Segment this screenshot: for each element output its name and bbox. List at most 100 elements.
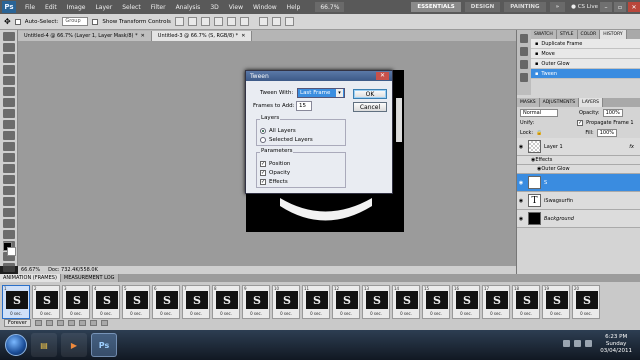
workspace-essentials[interactable]: ESSENTIALS xyxy=(411,2,461,12)
parameter-checkbox[interactable]: ✓ xyxy=(260,160,266,167)
animation-frame[interactable]: 3S0 sec. xyxy=(62,285,90,319)
animation-frame[interactable]: 11 S 0 sec. xyxy=(302,285,330,319)
actions-panel-icon[interactable] xyxy=(520,47,528,56)
3d-rotate-tool-icon[interactable] xyxy=(3,230,15,239)
align-right-icon[interactable] xyxy=(239,17,249,26)
menu-3d[interactable]: 3D xyxy=(205,4,223,11)
animation-frame[interactable]: 9S0 sec. xyxy=(242,285,270,319)
first-frame-icon[interactable] xyxy=(34,320,42,326)
frame-delay[interactable]: 0 sec. xyxy=(243,311,269,316)
quick-select-tool-icon[interactable] xyxy=(3,65,15,74)
blend-mode-dropdown[interactable]: Normal xyxy=(520,108,558,117)
type-tool-icon[interactable] xyxy=(3,197,15,206)
brush-tool-icon[interactable] xyxy=(3,109,15,118)
menu-analysis[interactable]: Analysis xyxy=(171,4,206,11)
tween-with-dropdown[interactable]: Last Frame ▾ xyxy=(297,88,345,98)
gradient-tool-icon[interactable] xyxy=(3,153,15,162)
animation-frame[interactable]: 18 S 0 sec. xyxy=(512,285,540,319)
parameter-option[interactable]: ✓ Effects xyxy=(260,177,342,186)
stamp-tool-icon[interactable] xyxy=(3,120,15,129)
animation-frame[interactable]: 20 S 0 sec. xyxy=(572,285,600,319)
network-icon[interactable] xyxy=(563,340,570,347)
tab-close-icon[interactable]: ✕ xyxy=(241,33,245,39)
ok-button[interactable]: OK xyxy=(353,89,387,99)
play-icon[interactable] xyxy=(56,320,64,326)
tab-animation-frames-[interactable]: ANIMATION (FRAMES) xyxy=(0,274,61,282)
next-frame-icon[interactable] xyxy=(67,320,75,326)
menu-edit[interactable]: Edit xyxy=(40,4,62,11)
eye-icon[interactable]: ◉ xyxy=(517,144,525,150)
tab-swatch[interactable]: SWATCH xyxy=(531,30,557,39)
fill-input[interactable]: 100% xyxy=(596,129,617,137)
animation-frame[interactable]: 15 S 0 sec. xyxy=(422,285,450,319)
layer-row[interactable]: ◉ TiSwagsurfin xyxy=(517,192,640,210)
frame-delay[interactable]: 0 sec. xyxy=(393,311,419,316)
close-button[interactable]: ✕ xyxy=(628,2,640,12)
frame-delay[interactable]: 0 sec. xyxy=(63,311,89,316)
media-player-icon[interactable]: ▶ xyxy=(61,333,87,357)
pen-tool-icon[interactable] xyxy=(3,186,15,195)
move-tool-icon[interactable] xyxy=(3,32,15,41)
menu-select[interactable]: Select xyxy=(117,4,146,11)
zoom-level[interactable]: 66.7% xyxy=(315,2,345,12)
auto-select-checkbox[interactable] xyxy=(14,18,21,25)
parameter-checkbox[interactable]: ✓ xyxy=(260,178,266,185)
shape-tool-icon[interactable] xyxy=(3,219,15,228)
layer-row[interactable]: ◉ Layer 1 fx xyxy=(517,138,640,156)
history-item[interactable]: ▪ Move xyxy=(531,49,640,59)
workspace-painting[interactable]: PAINTING xyxy=(504,2,546,12)
menu-layer[interactable]: Layer xyxy=(90,4,117,11)
tween-icon[interactable] xyxy=(78,320,86,326)
volume-icon[interactable] xyxy=(574,340,581,347)
align-top-icon[interactable] xyxy=(174,17,184,26)
menu-file[interactable]: File xyxy=(20,4,40,11)
auto-select-dropdown[interactable]: Group xyxy=(62,17,89,26)
layer-row[interactable]: ◉ T S xyxy=(517,174,640,192)
more-workspaces-button[interactable]: » xyxy=(549,2,566,12)
propagate-checkbox[interactable]: ✓ xyxy=(577,120,584,126)
explorer-icon[interactable]: ▤ xyxy=(31,333,57,357)
paragraph-panel-icon[interactable] xyxy=(520,73,528,82)
animation-frame[interactable]: 8S0 sec. xyxy=(212,285,240,319)
animation-frame[interactable]: 17 S 0 sec. xyxy=(482,285,510,319)
align-left-icon[interactable] xyxy=(213,17,223,26)
frame-delay[interactable]: 0 sec. xyxy=(483,311,509,316)
frame-delay[interactable]: 0 sec. xyxy=(183,311,209,316)
frame-delay[interactable]: 0 sec. xyxy=(3,311,29,316)
eraser-tool-icon[interactable] xyxy=(3,142,15,151)
blur-tool-icon[interactable] xyxy=(3,164,15,173)
background-color-swatch[interactable] xyxy=(7,247,16,256)
outer-glow-row[interactable]: ◉ Outer Glow xyxy=(517,165,640,174)
dialog-title-bar[interactable]: Tween xyxy=(246,71,392,81)
history-item[interactable]: ▪ Outer Glow xyxy=(531,59,640,69)
eye-icon[interactable]: ◉ xyxy=(517,216,525,222)
crop-tool-icon[interactable] xyxy=(3,76,15,85)
minimize-button[interactable]: – xyxy=(600,2,612,12)
menu-window[interactable]: Window xyxy=(248,4,282,11)
opacity-input[interactable]: 100% xyxy=(602,108,623,117)
layers-option-radio[interactable] xyxy=(260,127,266,134)
maximize-button[interactable]: ▫ xyxy=(614,2,626,12)
frame-delay[interactable]: 0 sec. xyxy=(573,311,599,316)
layer-row[interactable]: ◉ Background xyxy=(517,210,640,228)
loop-dropdown[interactable]: Forever xyxy=(4,319,31,327)
distribute-icon[interactable] xyxy=(271,17,281,26)
previous-frame-icon[interactable] xyxy=(45,320,53,326)
delete-frame-icon[interactable] xyxy=(100,320,108,326)
layers-option[interactable]: Selected Layers xyxy=(260,135,342,144)
document-tab[interactable]: Untitled-4 @ 66.7% (Layer 1, Layer Mask/… xyxy=(18,31,152,41)
zoom-tool-icon[interactable] xyxy=(3,263,15,272)
parameter-checkbox[interactable]: ✓ xyxy=(260,169,266,176)
frame-delay[interactable]: 0 sec. xyxy=(273,311,299,316)
frames-to-add-input[interactable] xyxy=(296,101,312,111)
animation-frame[interactable]: 7S0 sec. xyxy=(182,285,210,319)
frame-delay[interactable]: 0 sec. xyxy=(303,311,329,316)
workspace-design[interactable]: DESIGN xyxy=(464,2,501,12)
frame-delay[interactable]: 0 sec. xyxy=(543,311,569,316)
animation-frame[interactable]: 6S0 sec. xyxy=(152,285,180,319)
menu-image[interactable]: Image xyxy=(62,4,91,11)
tab-color[interactable]: COLOR xyxy=(577,30,601,39)
history-item[interactable]: ▪ Tween xyxy=(531,69,640,79)
align-center-icon[interactable] xyxy=(226,17,236,26)
duplicate-frame-icon[interactable] xyxy=(89,320,97,326)
